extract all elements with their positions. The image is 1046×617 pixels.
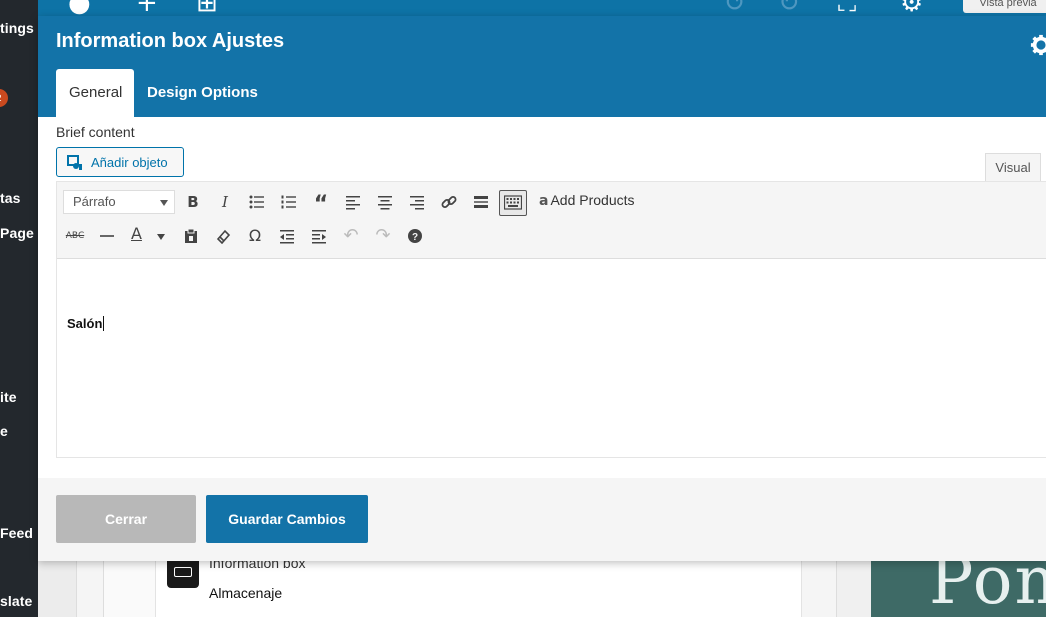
save-changes-button[interactable]: Guardar Cambios bbox=[206, 495, 368, 543]
blockquote-icon[interactable]: “ bbox=[309, 190, 333, 217]
sidebar-item-translate[interactable]: slate bbox=[0, 593, 32, 609]
italic-icon[interactable]: I bbox=[213, 190, 237, 214]
editor-content-area[interactable]: Salón bbox=[57, 259, 1046, 457]
format-select[interactable]: Párrafo bbox=[63, 190, 175, 214]
add-object-button[interactable]: Añadir objeto bbox=[56, 147, 184, 177]
add-products-button[interactable]: a Add Products bbox=[539, 192, 635, 209]
sidebar-item-feed[interactable]: Feed bbox=[0, 525, 33, 541]
bulleted-list-icon[interactable] bbox=[245, 190, 269, 214]
sidebar-item-plantillas[interactable]: tas bbox=[0, 190, 21, 206]
svg-text:?: ? bbox=[412, 232, 418, 243]
numbered-list-icon[interactable] bbox=[277, 190, 301, 214]
add-media-icon bbox=[67, 155, 82, 170]
sidebar-item-e[interactable]: e bbox=[0, 423, 8, 439]
modal-title: Information box Ajustes bbox=[56, 30, 285, 52]
sidebar-item-site[interactable]: ite bbox=[0, 389, 17, 405]
tab-design-options[interactable]: Design Options bbox=[134, 69, 271, 117]
align-center-icon[interactable] bbox=[373, 190, 397, 214]
builder-topbar: ● + ⊞ ↺ ↻ ⛶ ⚙ bbox=[38, 0, 1046, 18]
text-color-icon[interactable]: A bbox=[127, 224, 171, 248]
preview-button[interactable]: Vista previa bbox=[963, 0, 1046, 13]
indent-icon[interactable] bbox=[307, 224, 331, 248]
paste-text-icon[interactable] bbox=[179, 224, 203, 248]
amazon-icon: a bbox=[539, 193, 549, 209]
align-left-icon[interactable] bbox=[341, 190, 365, 214]
chevron-down-icon bbox=[160, 200, 168, 206]
horizontal-line-icon[interactable] bbox=[95, 224, 119, 248]
align-right-icon[interactable] bbox=[405, 190, 429, 214]
element-title: Almacenaje bbox=[209, 585, 283, 601]
content-text-value: Salón bbox=[67, 316, 103, 331]
read-more-icon[interactable] bbox=[469, 190, 493, 214]
visual-editor-tab[interactable]: Visual bbox=[985, 153, 1041, 181]
update-badge: 2 bbox=[0, 89, 8, 107]
add-products-label: Add Products bbox=[550, 192, 635, 208]
editor-toolbar: Párrafo B I “ a Add Products ABC A Ω ↶ ↷… bbox=[57, 182, 1046, 259]
strikethrough-icon[interactable]: ABC bbox=[63, 224, 87, 248]
clear-formatting-icon[interactable] bbox=[211, 224, 235, 248]
add-object-label: Añadir objeto bbox=[91, 155, 168, 170]
gear-icon[interactable] bbox=[1030, 34, 1046, 56]
link-icon[interactable] bbox=[437, 190, 461, 214]
help-icon[interactable]: ? bbox=[403, 224, 427, 248]
bold-icon[interactable]: B bbox=[181, 190, 205, 214]
text-cursor bbox=[103, 316, 105, 331]
undo-icon[interactable]: ↶ bbox=[339, 224, 363, 248]
rich-text-editor: Párrafo B I “ a Add Products ABC A Ω ↶ ↷… bbox=[56, 181, 1046, 458]
image-text: Pom bbox=[929, 560, 1046, 617]
redo-icon[interactable]: ↷ bbox=[371, 224, 395, 248]
modal-footer: Cerrar Guardar Cambios bbox=[38, 478, 1046, 561]
tab-general[interactable]: General bbox=[56, 69, 134, 117]
close-button[interactable]: Cerrar bbox=[56, 495, 196, 543]
format-select-value: Párrafo bbox=[73, 194, 116, 209]
background-image: Pom bbox=[871, 560, 1046, 617]
editor-content-text[interactable]: Salón bbox=[67, 316, 105, 331]
sidebar-item-settings[interactable]: tings bbox=[0, 20, 34, 36]
special-character-icon[interactable]: Ω bbox=[243, 224, 267, 248]
admin-sidebar: tings 2 tas Page ite e Feed slate bbox=[0, 0, 38, 617]
toolbar-toggle-icon[interactable] bbox=[499, 190, 527, 216]
settings-modal: Information box Ajustes General Design O… bbox=[38, 16, 1046, 561]
outdent-icon[interactable] bbox=[275, 224, 299, 248]
brief-content-label: Brief content bbox=[56, 124, 135, 140]
chevron-down-icon bbox=[157, 234, 165, 240]
sidebar-item-page[interactable]: Page bbox=[0, 225, 34, 241]
modal-header: Information box Ajustes General Design O… bbox=[38, 16, 1046, 117]
side-column bbox=[836, 560, 873, 617]
